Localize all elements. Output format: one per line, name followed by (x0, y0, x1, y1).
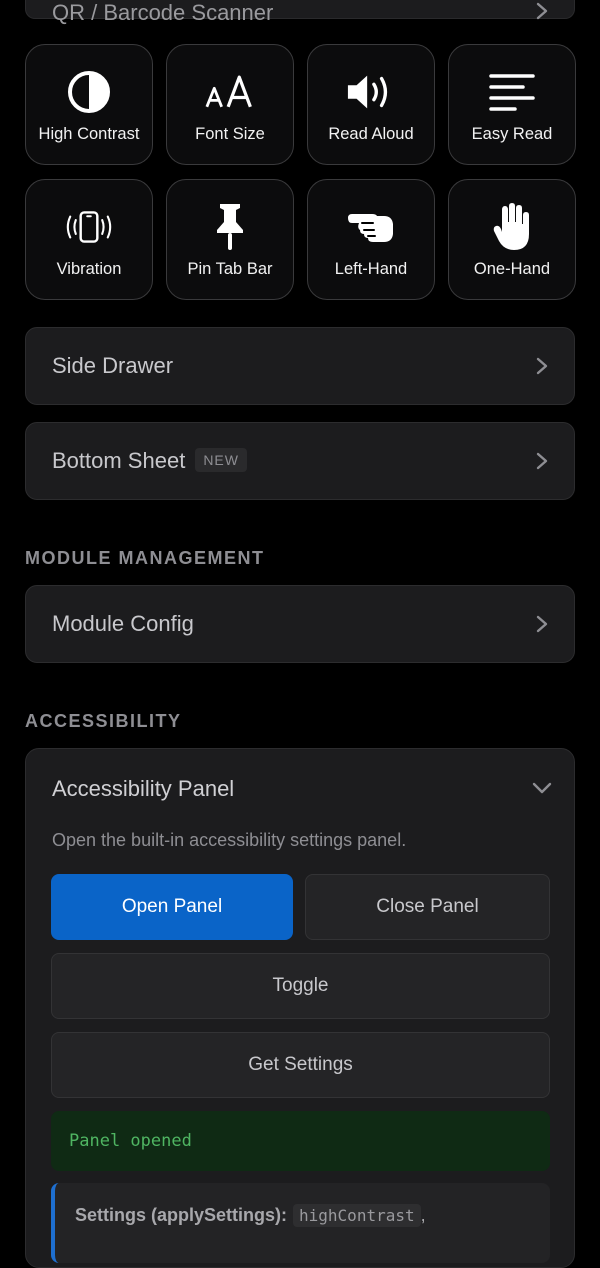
tile-label: Easy Read (471, 125, 553, 143)
close-panel-button[interactable]: Close Panel (305, 874, 550, 940)
chevron-down-icon[interactable] (532, 781, 552, 800)
get-settings-button[interactable]: Get Settings (51, 1032, 550, 1098)
tile-label: Vibration (56, 260, 122, 278)
accessibility-quick-grid: High Contrast Font Size Read Aloud Easy … (25, 44, 576, 300)
side-drawer-label: Side Drawer (52, 353, 174, 378)
status-message: Panel opened (51, 1111, 550, 1171)
settings-key: Settings (applySettings): (75, 1205, 288, 1225)
chevron-right-icon (536, 452, 548, 475)
chevron-right-icon (536, 615, 548, 638)
pin-icon (205, 204, 255, 250)
tile-label: Font Size (195, 125, 265, 143)
tile-font-size[interactable]: Font Size (166, 44, 294, 165)
tile-vibration[interactable]: Vibration (25, 179, 153, 300)
chevron-right-icon (536, 2, 548, 25)
pointing-hand-icon (346, 204, 396, 250)
bottom-sheet-label-group: Bottom Sheet NEW (52, 448, 247, 474)
toggle-button[interactable]: Toggle (51, 953, 550, 1019)
qr-scanner-row[interactable]: QR / Barcode Scanner (25, 0, 575, 25)
panel-title: Accessibility Panel (52, 776, 235, 801)
settings-separator: , (420, 1205, 426, 1225)
contrast-icon (64, 69, 114, 115)
tile-pin-tab-bar[interactable]: Pin Tab Bar (166, 179, 294, 300)
qr-scanner-label: QR / Barcode Scanner (52, 0, 274, 25)
tile-label: One-Hand (473, 260, 551, 278)
tile-label: High Contrast (38, 125, 140, 143)
bottom-sheet-label: Bottom Sheet (52, 448, 186, 473)
vibration-icon (64, 204, 114, 250)
tile-easy-read[interactable]: Easy Read (448, 44, 576, 165)
speaker-icon (346, 69, 396, 115)
module-management-heading: MODULE MANAGEMENT (25, 548, 265, 568)
side-drawer-row[interactable]: Side Drawer (25, 327, 575, 405)
accessibility-panel: Accessibility Panel Open the built-in ac… (25, 748, 575, 1268)
module-config-label: Module Config (52, 611, 194, 636)
open-panel-button[interactable]: Open Panel (51, 874, 293, 940)
tile-one-hand[interactable]: One-Hand (448, 179, 576, 300)
panel-description: Open the built-in accessibility settings… (52, 830, 407, 850)
new-badge: NEW (195, 448, 247, 472)
settings-code: highContrast (293, 1204, 421, 1227)
font-size-icon (205, 69, 255, 115)
settings-output: Settings (applySettings): highContrast, (51, 1183, 550, 1263)
hand-icon (487, 203, 537, 250)
tile-label: Left-Hand (334, 260, 408, 278)
bottom-sheet-row[interactable]: Bottom Sheet NEW (25, 422, 575, 500)
tile-read-aloud[interactable]: Read Aloud (307, 44, 435, 165)
module-config-row[interactable]: Module Config (25, 585, 575, 663)
tile-left-hand[interactable]: Left-Hand (307, 179, 435, 300)
chevron-right-icon (536, 357, 548, 380)
tile-label: Read Aloud (328, 125, 414, 143)
text-lines-icon (487, 69, 537, 115)
tile-label: Pin Tab Bar (187, 260, 273, 278)
accessibility-heading: ACCESSIBILITY (25, 711, 182, 731)
tile-high-contrast[interactable]: High Contrast (25, 44, 153, 165)
